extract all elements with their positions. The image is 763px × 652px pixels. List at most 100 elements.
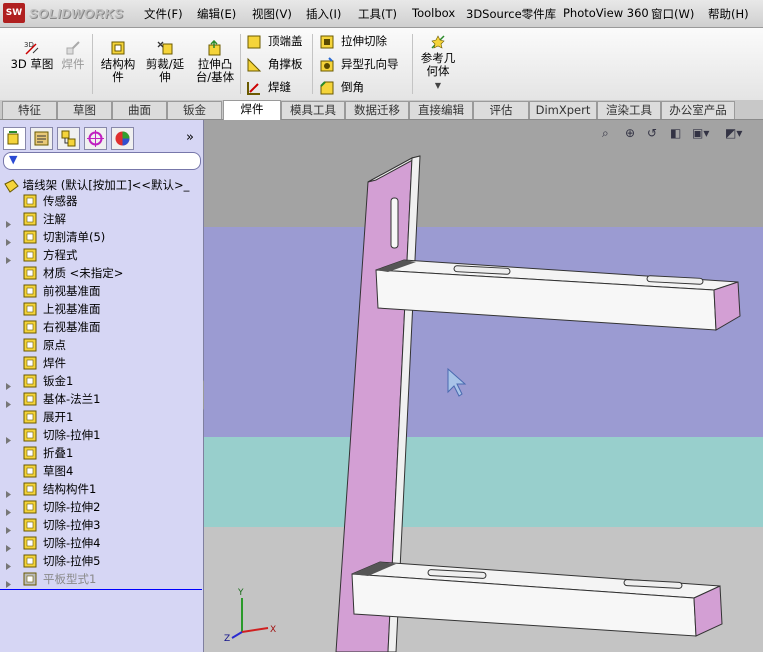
expand-arrow-icon[interactable] xyxy=(5,233,12,246)
weldment-button[interactable]: 焊件 xyxy=(58,40,88,71)
tab-features[interactable]: 特征 xyxy=(2,101,57,119)
zoom-to-fit-icon[interactable]: ⌕ xyxy=(602,126,609,141)
tree-item-label: 前视基准面 xyxy=(43,284,101,298)
tree-item[interactable]: 上视基准面 xyxy=(0,300,200,318)
tab-render-tools[interactable]: 渲染工具 xyxy=(597,101,661,119)
menu-edit[interactable]: 编辑(E) xyxy=(197,6,236,22)
end-cap-button[interactable]: 顶端盖 xyxy=(246,33,303,50)
equation-icon xyxy=(22,247,38,263)
tree-item-label: 切除-拉伸2 xyxy=(43,500,101,514)
property-manager-tab[interactable] xyxy=(30,127,53,150)
boss-extrude-button[interactable]: 拉伸凸 台/基体 xyxy=(192,40,238,84)
tree-item-label: 右视基准面 xyxy=(43,320,101,334)
tree-item[interactable]: 草图4 xyxy=(0,462,200,480)
sketch-icon xyxy=(22,463,38,479)
tree-item[interactable]: 焊件 xyxy=(0,354,200,372)
tree-item[interactable]: 切除-拉伸2 xyxy=(0,498,200,516)
tree-item[interactable]: 右视基准面 xyxy=(0,318,200,336)
display-manager-tab[interactable] xyxy=(111,127,134,150)
menu-toolbox[interactable]: Toolbox xyxy=(412,6,455,20)
expand-arrow-icon[interactable] xyxy=(5,485,12,498)
tab-sheet-metal[interactable]: 钣金 xyxy=(167,101,222,119)
menu-file[interactable]: 文件(F) xyxy=(144,6,183,22)
tab-mold-tools[interactable]: 模具工具 xyxy=(281,101,345,119)
trim-extend-button[interactable]: 剪裁/延 伸 xyxy=(142,40,188,84)
structural-member-icon xyxy=(111,41,125,55)
feature-tree-icon xyxy=(7,131,19,145)
tab-dimxpert[interactable]: DimXpert xyxy=(529,101,597,119)
menu-insert[interactable]: 插入(I) xyxy=(306,6,341,22)
tree-item[interactable]: 结构构件1 xyxy=(0,480,200,498)
menu-help[interactable]: 帮助(H) xyxy=(708,6,749,22)
tab-office-products[interactable]: 办公室产品 xyxy=(661,101,735,119)
tab-weldments[interactable]: 焊件 xyxy=(223,100,281,120)
tree-item[interactable]: 材质 <未指定> xyxy=(0,264,200,282)
configuration-manager-tab[interactable] xyxy=(57,127,80,150)
expand-arrow-icon[interactable] xyxy=(5,575,12,588)
expand-arrow-icon[interactable] xyxy=(5,521,12,534)
tree-item[interactable]: 前视基准面 xyxy=(0,282,200,300)
triad-z-axis xyxy=(231,631,243,639)
feature-tree-tab[interactable] xyxy=(3,127,26,150)
tree-item[interactable]: 切除-拉伸1 xyxy=(0,426,200,444)
property-manager-icon xyxy=(34,131,49,146)
display-style-icon[interactable]: ◩▾ xyxy=(725,126,742,140)
panel-expand-icon[interactable]: » xyxy=(186,130,194,145)
tab-surfaces[interactable]: 曲面 xyxy=(112,101,167,119)
expand-arrow-icon[interactable] xyxy=(5,377,12,390)
tree-item[interactable]: 切除-拉伸4 xyxy=(0,534,200,552)
tab-data-migration[interactable]: 数据迁移 xyxy=(345,101,409,119)
tree-item[interactable]: 钣金1 xyxy=(0,372,200,390)
cut-list-icon xyxy=(22,229,38,245)
plate-slot xyxy=(390,197,399,249)
section-view-icon[interactable]: ◧ xyxy=(670,126,681,140)
extruded-cut-button[interactable]: 拉伸切除 xyxy=(319,33,387,50)
tree-filter-input[interactable]: ▼ xyxy=(3,152,201,170)
tree-item[interactable]: 传感器 xyxy=(0,192,200,210)
tree-item[interactable]: 基体-法兰1 xyxy=(0,390,200,408)
gusset-button[interactable]: 角撑板 xyxy=(246,56,303,73)
menu-photoview[interactable]: PhotoView 360 xyxy=(563,6,649,20)
view-orientation-icon[interactable]: ▣▾ xyxy=(692,126,709,140)
tree-item-label: 传感器 xyxy=(43,194,78,208)
chamfer-button[interactable]: 倒角 xyxy=(319,79,364,96)
tree-item[interactable]: 切除-拉伸3 xyxy=(0,516,200,534)
tree-item[interactable]: 切割清单(5) xyxy=(0,228,200,246)
solidworks-logo-icon[interactable]: SW xyxy=(3,3,25,23)
menu-view[interactable]: 视图(V) xyxy=(252,6,292,22)
menu-3dsource[interactable]: 3DSource零件库 xyxy=(466,6,556,22)
structural-member-button[interactable]: 结构构 件 xyxy=(96,40,140,84)
tab-direct-editing[interactable]: 直接编辑 xyxy=(409,101,473,119)
hole-wizard-button[interactable]: 异型孔向导 xyxy=(319,56,399,73)
dropdown-arrow-icon[interactable]: ▼ xyxy=(435,81,441,90)
zoom-to-area-icon[interactable]: ⊕ xyxy=(625,126,635,140)
expand-arrow-icon[interactable] xyxy=(5,395,12,408)
expand-arrow-icon[interactable] xyxy=(5,251,12,264)
tree-item[interactable]: 注解 xyxy=(0,210,200,228)
tree-item-label: 方程式 xyxy=(43,248,78,262)
tree-item[interactable]: 折叠1 xyxy=(0,444,200,462)
expand-arrow-icon[interactable] xyxy=(5,215,12,228)
tree-item[interactable]: 方程式 xyxy=(0,246,200,264)
tree-item-label: 切除-拉伸1 xyxy=(43,428,101,442)
expand-arrow-icon[interactable] xyxy=(5,503,12,516)
tab-evaluate[interactable]: 评估 xyxy=(473,101,529,119)
tree-item[interactable]: 切除-拉伸5 xyxy=(0,552,200,570)
dimxpert-manager-tab[interactable] xyxy=(84,127,107,150)
previous-view-icon[interactable]: ↺ xyxy=(647,126,657,140)
reference-geometry-button[interactable]: 参考几 何体 ▼ xyxy=(416,34,460,92)
graphics-viewport[interactable]: Y X Z ⌕ ⊕ ↺ ◧ ▣▾ ◩▾ xyxy=(204,120,763,652)
sketch-3d-button[interactable]: 3D 3D 草图 xyxy=(8,40,56,71)
menu-tools[interactable]: 工具(T) xyxy=(358,6,397,22)
tree-item-label: 切除-拉伸4 xyxy=(43,536,101,550)
weldment-icon xyxy=(66,41,80,55)
expand-arrow-icon[interactable] xyxy=(5,539,12,552)
expand-arrow-icon[interactable] xyxy=(5,557,12,570)
menu-window[interactable]: 窗口(W) xyxy=(651,6,694,22)
tab-sketch[interactable]: 草图 xyxy=(57,101,112,119)
tree-item[interactable]: 原点 xyxy=(0,336,200,354)
tree-item[interactable]: 展开1 xyxy=(0,408,200,426)
weld-bead-button[interactable]: 焊缝 xyxy=(246,79,291,96)
tree-item[interactable]: 平板型式1 xyxy=(0,570,200,588)
expand-arrow-icon[interactable] xyxy=(5,431,12,444)
